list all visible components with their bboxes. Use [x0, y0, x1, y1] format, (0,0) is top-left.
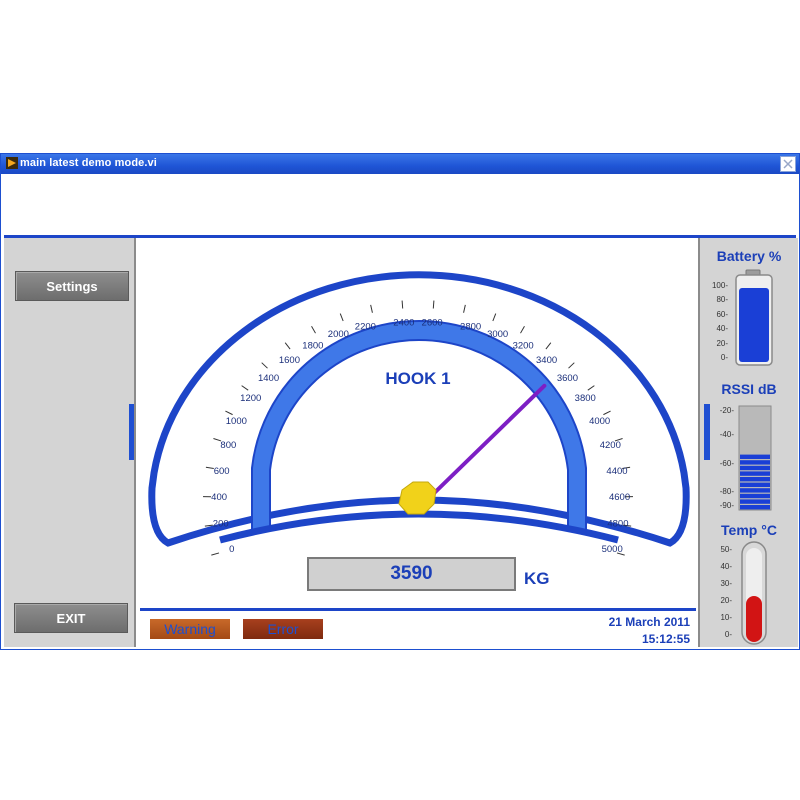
gauge-tick-mark	[401, 300, 404, 309]
gauge-tick-label: 2400	[393, 317, 414, 328]
gauge-tick-label: 600	[214, 466, 230, 477]
gauge-tick-label: 3200	[513, 340, 534, 351]
close-button[interactable]	[780, 156, 796, 172]
meter-tick-label: 20-	[720, 596, 732, 605]
temperature-fill	[746, 596, 762, 642]
gauge-tick-mark	[432, 300, 435, 309]
meter-tick-label: -80-	[719, 487, 734, 496]
meter-tick-label: -40-	[719, 430, 734, 439]
meter-tick-label: 20-	[716, 338, 728, 348]
close-icon	[783, 159, 793, 169]
header-area	[4, 174, 796, 234]
rssi-segment	[740, 465, 770, 471]
meter-tick-label: 30-	[720, 579, 732, 588]
gauge-tick-label: 4600	[609, 492, 630, 503]
screen: main latest demo mode.vi Settings EXIT 0…	[0, 0, 800, 800]
gauge-tick-label: 3400	[536, 355, 557, 366]
gauge-tick-label: 2200	[355, 321, 376, 332]
meter-tick-label: 10-	[720, 613, 732, 622]
gauge-tick-label: 1600	[279, 355, 300, 366]
gauge-tick-label: 2800	[460, 321, 481, 332]
gauge-tick-label: 2000	[328, 329, 349, 340]
settings-button[interactable]: Settings	[15, 271, 129, 301]
rssi-segment	[740, 499, 770, 504]
rssi-segment	[740, 460, 770, 465]
temp-title: Temp °C	[721, 522, 777, 538]
rssi-segment	[740, 454, 770, 459]
battery-title: Battery %	[716, 248, 782, 264]
rssi-segment	[740, 477, 770, 482]
rssi-segment	[740, 471, 770, 476]
error-indicator[interactable]: Error	[243, 619, 323, 639]
hook-gauge: 0 200 400 600 800 1000 1200 140016001800 2000 220…	[148, 271, 690, 556]
meter-tick-label: 40-	[720, 562, 732, 571]
gauge-tick-label: 400	[211, 492, 227, 503]
date-display: 21 March 2011	[608, 615, 690, 629]
rssi-segment	[740, 505, 770, 510]
left-panel: Settings EXIT	[4, 238, 136, 647]
window-title: main latest demo mode.vi	[20, 157, 157, 169]
meter-tick-label: 50-	[720, 545, 732, 554]
meter-tick-label: 0-	[720, 353, 728, 362]
meter-tick-label: 60-	[716, 309, 728, 319]
meter-tick-label: 0-	[724, 630, 732, 639]
exit-button[interactable]: EXIT	[14, 603, 128, 633]
gauge-panel: 0 200 400 600 800 1000 1200 1400 1600 1800 2000 220…	[140, 238, 696, 608]
rssi-title: RSSI dB	[721, 381, 777, 397]
labview-run-icon	[6, 157, 18, 169]
gauge-tick-label: 800	[220, 440, 236, 451]
gauge-tick-label: 3000	[487, 329, 508, 340]
gauge-tick-mark	[211, 552, 220, 556]
gauge-tick-label: 4400	[606, 466, 627, 477]
gauge-tick-label: 0	[229, 544, 234, 555]
gauge-tick-label: 1800	[302, 340, 323, 351]
window-body: Settings EXIT 0 200 400 600 800 1000 1200 1400 1…	[1, 174, 799, 649]
app-window: main latest demo mode.vi Settings EXIT 0…	[0, 153, 800, 650]
value-readout: 3590	[307, 557, 516, 591]
gauge-tick-label: 4000	[589, 416, 610, 427]
battery-fill	[739, 288, 769, 362]
gauge-title: HOOK 1	[385, 369, 450, 388]
gauge-tick-label: 2600	[422, 317, 443, 328]
meter-tick-label: -60-	[719, 459, 734, 468]
meter-tick-label: 100-	[711, 281, 728, 290]
rssi-segment	[740, 482, 770, 487]
warning-indicator[interactable]: Warning	[150, 619, 230, 639]
gauge-tick-label: 4200	[600, 440, 621, 451]
time-display: 15:12:55	[641, 632, 690, 646]
meter-tick-label: -90-	[719, 501, 734, 510]
meter-tick-label: 40-	[716, 324, 728, 334]
gauge-baseline	[219, 510, 619, 544]
right-panel: Battery % 100- 80- 60- 40- 20- 0- RSSI dB -20…	[698, 238, 798, 647]
title-bar[interactable]: main latest demo mode.vi	[1, 154, 799, 174]
status-bar: Warning Error 21 March 2011 15:12:55	[140, 611, 696, 649]
rssi-segment	[740, 488, 770, 493]
gauge-tick-label: 3800	[575, 393, 596, 404]
rssi-segment	[740, 493, 770, 499]
unit-label: KG	[524, 569, 550, 588]
left-splitter[interactable]	[129, 404, 134, 460]
meter-tick-label: -20-	[719, 406, 734, 415]
gauge-tick-label: 1200	[240, 393, 261, 404]
gauge-tick-label: 3600	[557, 373, 578, 384]
gauge-tick-label: 5000	[602, 544, 623, 555]
meter-tick-label: 80-	[716, 295, 728, 305]
gauge-tick-label: 1400	[258, 373, 279, 384]
gauge-tick-label: 4800	[607, 518, 628, 529]
gauge-tick-label: 1000	[226, 416, 247, 427]
gauge-tick-label: 200	[213, 518, 229, 529]
